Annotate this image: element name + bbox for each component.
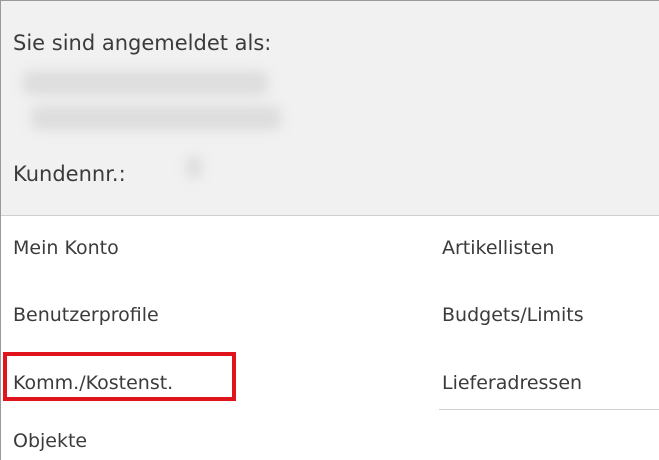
menu-link-artikellisten[interactable]: Artikellisten [442,236,554,260]
menu-link-objekte[interactable]: Objekte [13,429,87,453]
account-menu-panel: Sie sind angemeldet als: Kundennr.: Mein… [0,0,659,460]
redacted-user-name [23,71,268,95]
account-header: Sie sind angemeldet als: Kundennr.: [1,1,659,216]
menu-link-budgets-limits[interactable]: Budgets/Limits [442,303,584,327]
highlight-annotation-box [3,352,236,401]
customer-number-label: Kundennr.: [13,162,126,186]
redacted-company-name [31,106,281,130]
menu-link-mein-konto[interactable]: Mein Konto [13,236,119,260]
logged-in-label: Sie sind angemeldet als: [13,31,272,55]
redacted-customer-number [186,156,202,178]
menu-link-lieferadressen[interactable]: Lieferadressen [442,371,582,395]
menu-link-benutzerprofile[interactable]: Benutzerprofile [13,303,159,327]
menu-divider [439,409,659,410]
